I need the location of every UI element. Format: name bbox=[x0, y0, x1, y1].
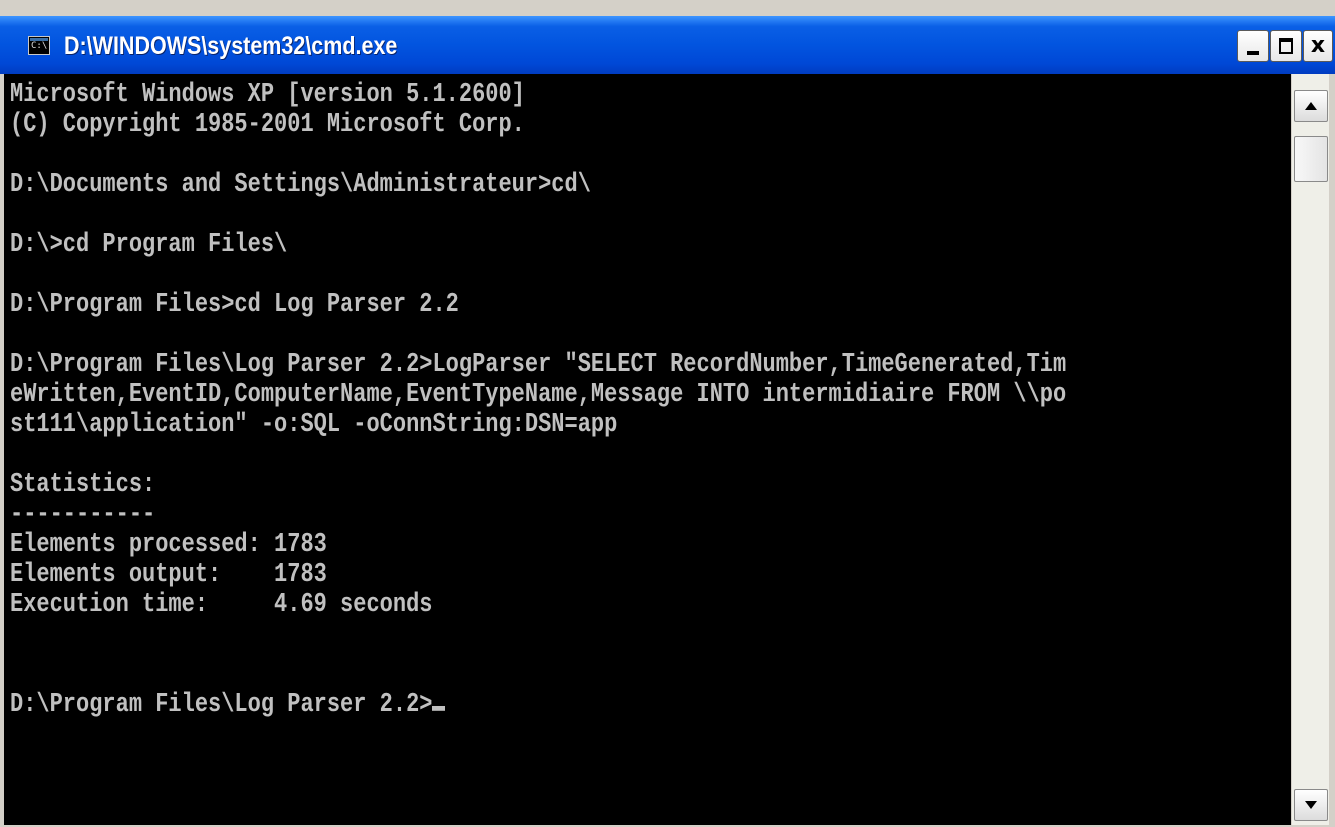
console-line: D:\Program Files>cd Log Parser 2.2 bbox=[10, 289, 459, 320]
console-line: Elements output: 1783 bbox=[10, 559, 327, 590]
console-line: Microsoft Windows XP [version 5.1.2600] bbox=[10, 79, 525, 110]
scroll-down-button[interactable] bbox=[1294, 789, 1328, 821]
console-output[interactable]: Microsoft Windows XP [version 5.1.2600] … bbox=[4, 74, 1291, 825]
close-button[interactable]: x bbox=[1303, 30, 1333, 62]
console-line: eWritten,EventID,ComputerName,EventTypeN… bbox=[10, 379, 1067, 410]
console-prompt: D:\Program Files\Log Parser 2.2> bbox=[10, 689, 433, 720]
arrow-down-icon bbox=[1305, 801, 1317, 809]
maximize-button[interactable] bbox=[1270, 30, 1302, 62]
scroll-up-button[interactable] bbox=[1294, 90, 1328, 122]
console-line: st111\application" -o:SQL -oConnString:D… bbox=[10, 409, 618, 440]
console-line: Execution time: 4.69 seconds bbox=[10, 589, 433, 620]
console-prompt-line[interactable]: D:\Program Files\Log Parser 2.2> bbox=[10, 688, 446, 722]
console-line: D:\>cd Program Files\ bbox=[10, 229, 288, 260]
minimize-button[interactable] bbox=[1237, 30, 1269, 62]
console-line: D:\Program Files\Log Parser 2.2>LogParse… bbox=[10, 349, 1067, 380]
cmd-icon[interactable]: C:\ bbox=[28, 36, 50, 55]
cmd-window: C:\ D:\WINDOWS\system32\cmd.exe x Micros… bbox=[0, 0, 1335, 827]
cmd-icon-label: C:\ bbox=[31, 41, 48, 51]
title-bar[interactable]: C:\ D:\WINDOWS\system32\cmd.exe x bbox=[0, 16, 1335, 74]
console-line: Elements processed: 1783 bbox=[10, 529, 327, 560]
minimize-icon bbox=[1247, 51, 1259, 55]
console-line: ----------- bbox=[10, 499, 156, 530]
arrow-up-icon bbox=[1305, 102, 1317, 110]
close-icon: x bbox=[1310, 33, 1326, 58]
scrollbar-thumb[interactable] bbox=[1294, 136, 1328, 182]
console-line: Statistics: bbox=[10, 469, 156, 500]
maximize-icon bbox=[1279, 38, 1293, 54]
vertical-scrollbar[interactable] bbox=[1291, 74, 1329, 825]
text-cursor bbox=[432, 706, 446, 711]
console-line: D:\Documents and Settings\Administrateur… bbox=[10, 169, 591, 200]
console-line: (C) Copyright 1985-2001 Microsoft Corp. bbox=[10, 109, 525, 140]
window-title: D:\WINDOWS\system32\cmd.exe bbox=[64, 32, 398, 60]
